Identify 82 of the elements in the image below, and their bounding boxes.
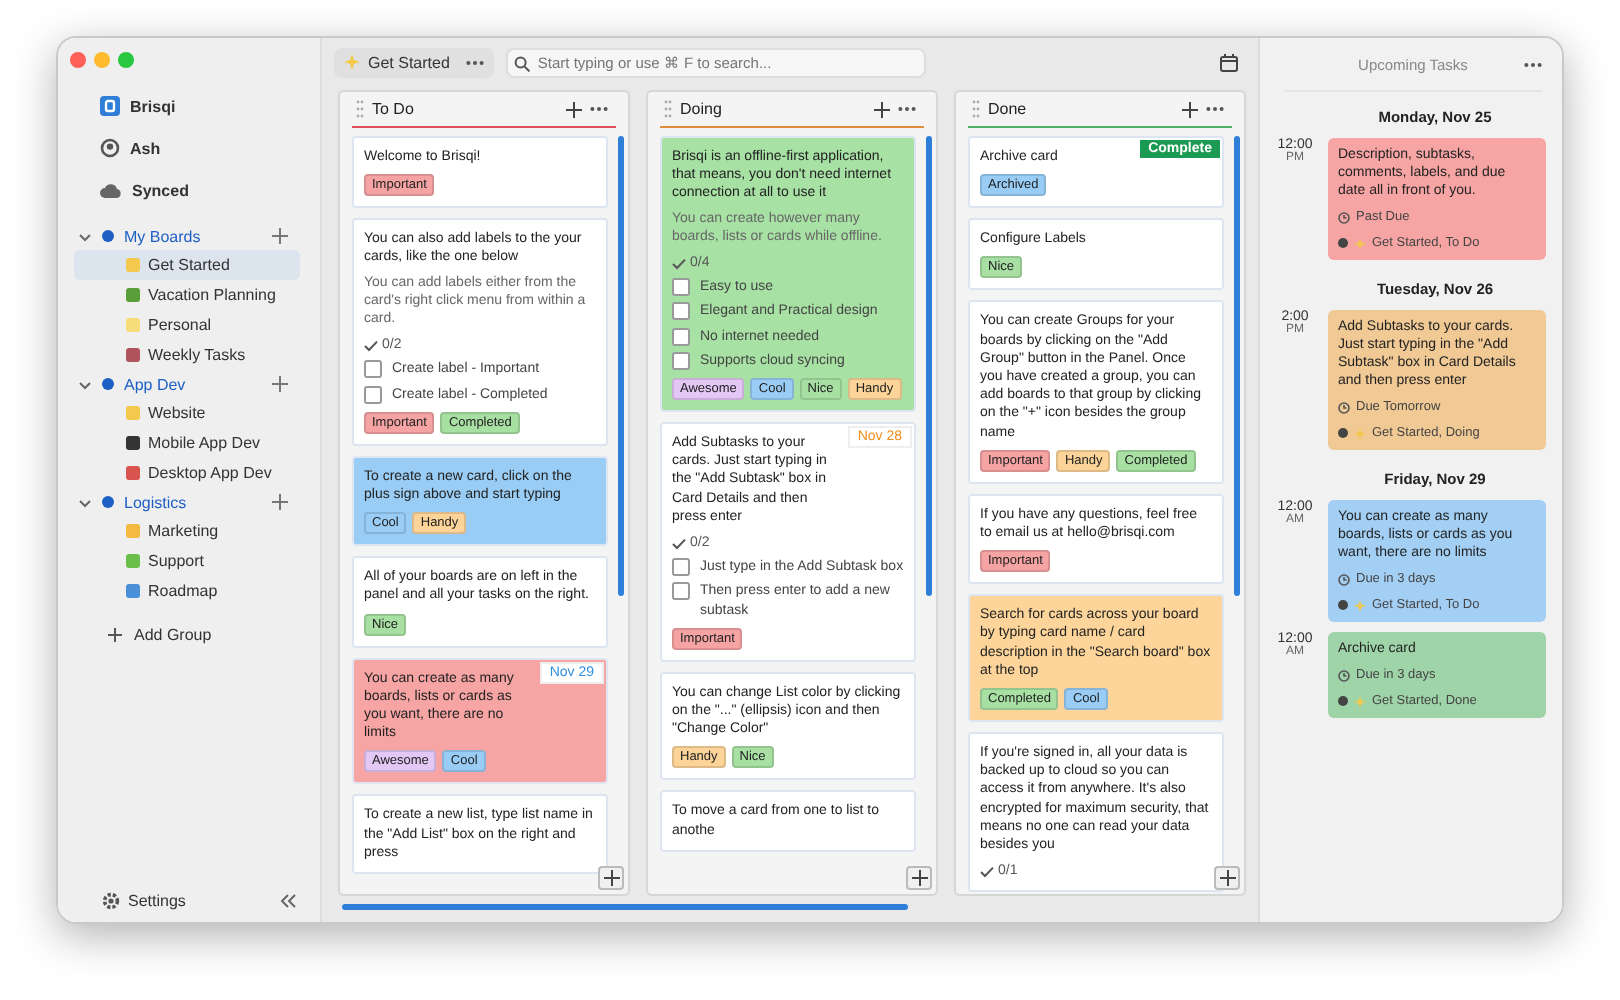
board-dot-icon	[1338, 238, 1348, 248]
settings-button[interactable]: Settings	[102, 892, 186, 910]
plus-icon	[108, 628, 122, 642]
subtask-checkbox[interactable]	[672, 278, 690, 297]
board-item[interactable]: Support	[74, 546, 300, 576]
add-card-button[interactable]	[906, 866, 932, 890]
sync-status: Synced	[132, 181, 189, 199]
user-name[interactable]: Ash	[130, 139, 161, 157]
more-icon[interactable]	[590, 106, 608, 112]
check-icon	[672, 257, 686, 270]
card[interactable]	[968, 300, 1224, 484]
board-item[interactable]: Vacation Planning	[74, 280, 300, 310]
clock-icon	[1338, 211, 1350, 223]
more-icon[interactable]	[1524, 62, 1542, 68]
card[interactable]	[660, 136, 916, 413]
calendar-icon[interactable]	[1220, 53, 1238, 71]
user-icon	[100, 138, 120, 158]
board-tab[interactable]: Get Started	[334, 47, 494, 77]
add-board-icon[interactable]	[272, 376, 288, 392]
add-card-icon[interactable]	[874, 101, 890, 117]
board-item[interactable]: Marketing	[74, 516, 300, 546]
scrollbar[interactable]	[1234, 136, 1240, 596]
add-card-icon[interactable]	[566, 101, 582, 117]
sparkle-icon	[1354, 599, 1366, 611]
board-item[interactable]: Get Started	[74, 250, 300, 280]
sparkle-icon	[344, 54, 360, 70]
clock-icon	[1338, 669, 1350, 681]
scrollbar[interactable]	[926, 136, 932, 596]
chevron-icon[interactable]	[78, 495, 92, 509]
sparkle-icon	[1354, 695, 1366, 707]
clock-icon	[1338, 573, 1350, 585]
add-card-icon[interactable]	[1182, 101, 1198, 117]
list-title[interactable]: Doing	[680, 100, 866, 118]
group-dot-icon	[102, 496, 114, 508]
collapse-sidebar-icon[interactable]	[280, 894, 296, 908]
group-dot-icon	[102, 230, 114, 242]
add-card-button[interactable]	[598, 866, 624, 890]
subtask-checkbox[interactable]	[364, 360, 382, 379]
subtask-checkbox[interactable]	[672, 351, 690, 370]
group-dot-icon	[102, 378, 114, 390]
board-item[interactable]: Desktop App Dev	[74, 458, 300, 488]
gear-icon	[102, 892, 120, 910]
more-icon[interactable]	[898, 106, 916, 112]
board-item[interactable]: Roadmap	[74, 576, 300, 606]
group-name[interactable]: My Boards	[124, 227, 262, 245]
cloud-icon	[100, 182, 122, 198]
sparkle-icon	[1354, 237, 1366, 249]
board-dot-icon	[1338, 600, 1348, 610]
group-name[interactable]: App Dev	[124, 375, 262, 393]
board-dot-icon	[1338, 428, 1348, 438]
list-title[interactable]: Done	[988, 100, 1174, 118]
close-button[interactable]	[70, 52, 86, 68]
check-icon	[672, 537, 686, 550]
check-icon	[980, 865, 994, 878]
subtask-checkbox[interactable]	[672, 327, 690, 346]
list-title[interactable]: To Do	[372, 100, 558, 118]
clock-icon	[1338, 401, 1350, 413]
add-card-button[interactable]	[1214, 866, 1240, 890]
subtask-checkbox[interactable]	[672, 582, 690, 601]
board-dot-icon	[1338, 696, 1348, 706]
app-logo-icon	[100, 96, 120, 116]
scrollbar[interactable]	[618, 136, 624, 596]
chevron-icon[interactable]	[78, 377, 92, 391]
group-name[interactable]: Logistics	[124, 493, 262, 511]
subtask-checkbox[interactable]	[364, 385, 382, 404]
add-group-button[interactable]: Add Group	[58, 626, 320, 644]
app-name: Brisqi	[130, 97, 176, 115]
chevron-icon[interactable]	[78, 229, 92, 243]
board-item[interactable]: Mobile App Dev	[74, 428, 300, 458]
more-icon[interactable]	[1206, 106, 1224, 112]
board-item[interactable]: Personal	[74, 310, 300, 340]
check-icon	[364, 339, 378, 352]
card[interactable]	[352, 218, 608, 446]
board-item[interactable]: Website	[74, 398, 300, 428]
subtask-checkbox[interactable]	[672, 558, 690, 577]
add-board-icon[interactable]	[272, 228, 288, 244]
scrollbar[interactable]	[342, 904, 908, 910]
board-item[interactable]: Weekly Tasks	[74, 340, 300, 370]
sparkle-icon	[1354, 427, 1366, 439]
subtask-checkbox[interactable]	[672, 302, 690, 321]
add-board-icon[interactable]	[272, 494, 288, 510]
more-icon[interactable]	[465, 59, 484, 65]
